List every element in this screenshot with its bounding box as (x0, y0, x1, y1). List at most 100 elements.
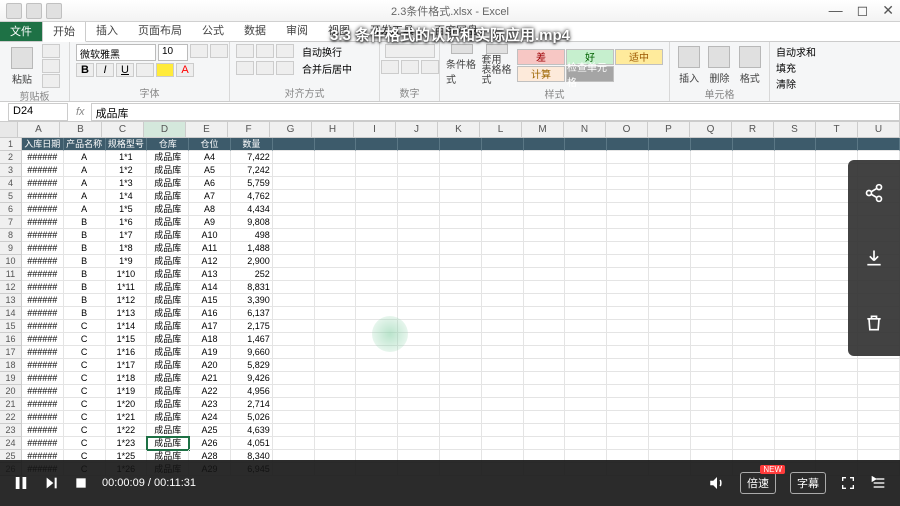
cell[interactable] (398, 385, 440, 398)
cell[interactable] (440, 242, 482, 255)
cell[interactable] (649, 177, 691, 190)
cell[interactable] (524, 164, 566, 177)
cell[interactable] (524, 320, 566, 333)
cell[interactable] (565, 411, 607, 424)
cell[interactable]: ###### (22, 190, 64, 203)
cell[interactable]: B (64, 255, 106, 268)
cell[interactable] (775, 216, 817, 229)
cell[interactable] (858, 424, 900, 437)
row-header[interactable]: 10 (0, 255, 22, 268)
cell[interactable] (607, 164, 649, 177)
cell[interactable] (607, 229, 649, 242)
cell[interactable]: 1*8 (106, 242, 148, 255)
cell[interactable] (607, 294, 649, 307)
row-header[interactable]: 3 (0, 164, 22, 177)
row-header[interactable]: 19 (0, 372, 22, 385)
cell[interactable] (398, 320, 440, 333)
cell[interactable]: 4,956 (231, 385, 273, 398)
cell[interactable] (482, 216, 524, 229)
cell[interactable] (356, 320, 398, 333)
cell[interactable] (356, 294, 398, 307)
cell[interactable] (607, 385, 649, 398)
cell[interactable] (733, 242, 775, 255)
cell[interactable] (649, 411, 691, 424)
cell[interactable] (482, 372, 524, 385)
cell[interactable]: 成品库 (147, 281, 189, 294)
cell[interactable]: 1*16 (106, 346, 148, 359)
cell[interactable]: 1*1 (106, 151, 148, 164)
cell[interactable] (733, 320, 775, 333)
cell[interactable] (482, 411, 524, 424)
fullscreen-button[interactable] (840, 475, 856, 491)
cell[interactable] (482, 164, 524, 177)
cell[interactable] (649, 385, 691, 398)
cell[interactable] (440, 398, 482, 411)
cell[interactable] (691, 346, 733, 359)
cell[interactable] (440, 294, 482, 307)
cell[interactable]: B (64, 229, 106, 242)
cell[interactable]: ###### (22, 281, 64, 294)
cell[interactable]: A16 (189, 307, 231, 320)
cell[interactable] (315, 138, 357, 151)
cell[interactable] (691, 229, 733, 242)
cell[interactable] (356, 281, 398, 294)
tab-插入[interactable]: 插入 (86, 19, 128, 41)
cell[interactable] (565, 229, 607, 242)
row-header[interactable]: 24 (0, 437, 22, 450)
cell[interactable] (440, 411, 482, 424)
cell[interactable] (775, 255, 817, 268)
cell[interactable] (315, 333, 357, 346)
cell[interactable] (565, 437, 607, 450)
cell[interactable] (649, 424, 691, 437)
cell[interactable] (565, 320, 607, 333)
cell[interactable]: 成品库 (147, 255, 189, 268)
cell[interactable]: 成品库 (147, 164, 189, 177)
cell[interactable] (482, 138, 524, 151)
align-bottom-button[interactable] (276, 44, 294, 58)
cell[interactable]: A25 (189, 424, 231, 437)
cell[interactable] (607, 411, 649, 424)
cell[interactable] (524, 294, 566, 307)
cell[interactable] (524, 359, 566, 372)
font-size-select[interactable]: 10 (158, 44, 188, 61)
cell[interactable] (691, 177, 733, 190)
cell[interactable] (398, 281, 440, 294)
cell[interactable]: 成品库 (147, 411, 189, 424)
cell[interactable] (356, 151, 398, 164)
cell[interactable] (607, 346, 649, 359)
cell[interactable] (858, 359, 900, 372)
cell[interactable] (733, 190, 775, 203)
cell[interactable] (440, 346, 482, 359)
cell[interactable]: A12 (189, 255, 231, 268)
cell[interactable] (482, 307, 524, 320)
cell[interactable] (398, 346, 440, 359)
cell[interactable]: 4,762 (231, 190, 273, 203)
cell[interactable] (607, 216, 649, 229)
cell[interactable]: 成品库 (147, 385, 189, 398)
cell[interactable] (565, 346, 607, 359)
cell[interactable] (524, 424, 566, 437)
cell[interactable]: ###### (22, 359, 64, 372)
cell[interactable] (733, 424, 775, 437)
cell[interactable] (691, 424, 733, 437)
cell[interactable] (356, 242, 398, 255)
paste-button[interactable]: 粘贴 (6, 45, 38, 87)
cell[interactable]: ###### (22, 255, 64, 268)
cell[interactable]: A14 (189, 281, 231, 294)
cell[interactable] (398, 437, 440, 450)
cell[interactable] (315, 294, 357, 307)
cell[interactable] (691, 359, 733, 372)
align-left-button[interactable] (236, 61, 254, 75)
cell[interactable] (440, 320, 482, 333)
name-box[interactable]: D24 (8, 103, 68, 121)
cell[interactable] (607, 281, 649, 294)
row-header[interactable]: 11 (0, 268, 22, 281)
cell[interactable] (691, 138, 733, 151)
number-format-select[interactable] (385, 44, 435, 58)
bold-button[interactable]: B (76, 63, 94, 77)
qat-redo-icon[interactable] (46, 3, 62, 19)
col-header-T[interactable]: T (816, 122, 858, 137)
cell[interactable]: C (64, 437, 106, 450)
cell[interactable]: 2,175 (231, 320, 273, 333)
cell[interactable] (440, 281, 482, 294)
